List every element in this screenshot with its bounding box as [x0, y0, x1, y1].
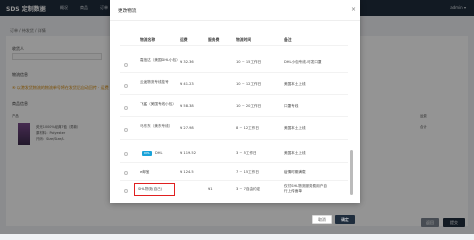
- logistics-name: 飞鲨（美国专线小包）: [140, 102, 176, 106]
- logistics-time: 8 ~ 12工作日: [236, 126, 259, 130]
- logistics-radio[interactable]: [124, 189, 128, 193]
- logistics-time: 10 ~ 12工作日: [236, 82, 262, 86]
- logistics-service-fee: ¥1: [208, 187, 213, 191]
- modal-header-divider: [110, 20, 360, 21]
- cancel-button[interactable]: 取消: [312, 215, 332, 224]
- logistics-name: 嘉信达（美国DHL小包）: [140, 58, 180, 62]
- logistics-radio[interactable]: [124, 84, 128, 88]
- logistics-name: 马东东（美东专线）: [140, 124, 173, 128]
- logistics-radio[interactable]: [124, 171, 128, 175]
- modal-title: 更改物流: [118, 9, 137, 14]
- logistics-name: DHL: [155, 151, 163, 155]
- confirm-button[interactable]: 确定: [335, 215, 355, 224]
- logistics-freight: ¥ 27.98: [180, 126, 194, 130]
- close-icon[interactable]: ×: [351, 6, 356, 13]
- logistics-remark: 疫情时期满载: [284, 170, 306, 174]
- logistics-remark: DHL小包专线-可发口罩: [284, 60, 322, 64]
- logistics-remark: 美国本土上线: [284, 126, 306, 130]
- logistics-radio[interactable]: [124, 106, 128, 110]
- change-logistics-modal: 更改物流 × 物流名称 运费 服务费 物流时间 备注 嘉信达（美国DHL小包） …: [110, 0, 360, 224]
- row-divider: [120, 139, 348, 140]
- modal-scrollbar[interactable]: [350, 150, 353, 195]
- logistics-freight: ¥ 124.5: [180, 170, 194, 174]
- logistics-time: 3 ~ 7自由约定: [236, 187, 261, 191]
- logistics-time: 3 ~ 5工作日: [236, 151, 257, 155]
- logistics-radio[interactable]: [124, 63, 128, 67]
- col-header-name: 物流名称: [140, 37, 156, 42]
- logistics-time: 10 ~ 20工作日: [236, 104, 262, 108]
- logistics-remark: 美国本土上线: [284, 82, 306, 86]
- col-header-freight: 运费: [180, 37, 188, 42]
- logistics-freight: ¥ 58.38: [180, 104, 194, 108]
- row-divider: [120, 72, 348, 73]
- logistics-name: e邮宝: [140, 170, 150, 174]
- col-header-service-fee: 服务费: [208, 37, 220, 42]
- logistics-remark: 美国本土上线: [284, 151, 306, 155]
- logistics-remark: 仅付SHL物流服务费用户自行上传面单: [284, 184, 327, 193]
- logistics-remark: 口罩专线: [284, 104, 299, 108]
- row-divider: [120, 94, 348, 95]
- logistics-radio[interactable]: [124, 152, 128, 156]
- logistics-freight: ¥ 32.36: [180, 60, 194, 64]
- logistics-name: SHL物流(自己): [138, 187, 163, 191]
- row-divider: [120, 116, 348, 117]
- logistics-freight: ¥ 119.52: [180, 151, 197, 155]
- col-header-time: 物流时间: [236, 37, 252, 42]
- logistics-freight: ¥ 41.23: [180, 82, 194, 86]
- row-divider: [120, 162, 348, 163]
- col-header-remark: 备注: [284, 37, 292, 42]
- header-divider: [120, 45, 348, 46]
- logistics-radio[interactable]: [124, 128, 128, 132]
- logistics-time: 10 ~ 15工作日: [236, 60, 262, 64]
- logistics-name: 云途物流专线挂号: [140, 80, 169, 84]
- dhl-logo-icon: DHL: [142, 151, 152, 156]
- row-divider: [120, 180, 348, 181]
- logistics-time: 7 ~ 15工作日: [236, 170, 259, 174]
